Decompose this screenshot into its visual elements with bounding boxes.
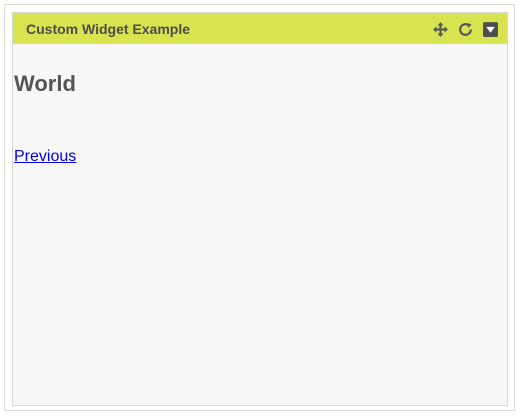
custom-widget: Custom Widget Example World Previous bbox=[12, 12, 508, 406]
widget-title: Custom Widget Example bbox=[26, 21, 191, 37]
widget-header-controls bbox=[432, 20, 499, 38]
widget-header: Custom Widget Example bbox=[13, 13, 507, 44]
previous-link[interactable]: Previous bbox=[14, 148, 76, 166]
move-icon[interactable] bbox=[432, 21, 449, 38]
refresh-icon[interactable] bbox=[457, 21, 474, 38]
widget-frame: Custom Widget Example World Previous bbox=[4, 4, 515, 411]
collapse-icon[interactable] bbox=[482, 21, 499, 38]
widget-content: World Previous bbox=[13, 44, 507, 405]
content-heading: World bbox=[14, 71, 76, 96]
